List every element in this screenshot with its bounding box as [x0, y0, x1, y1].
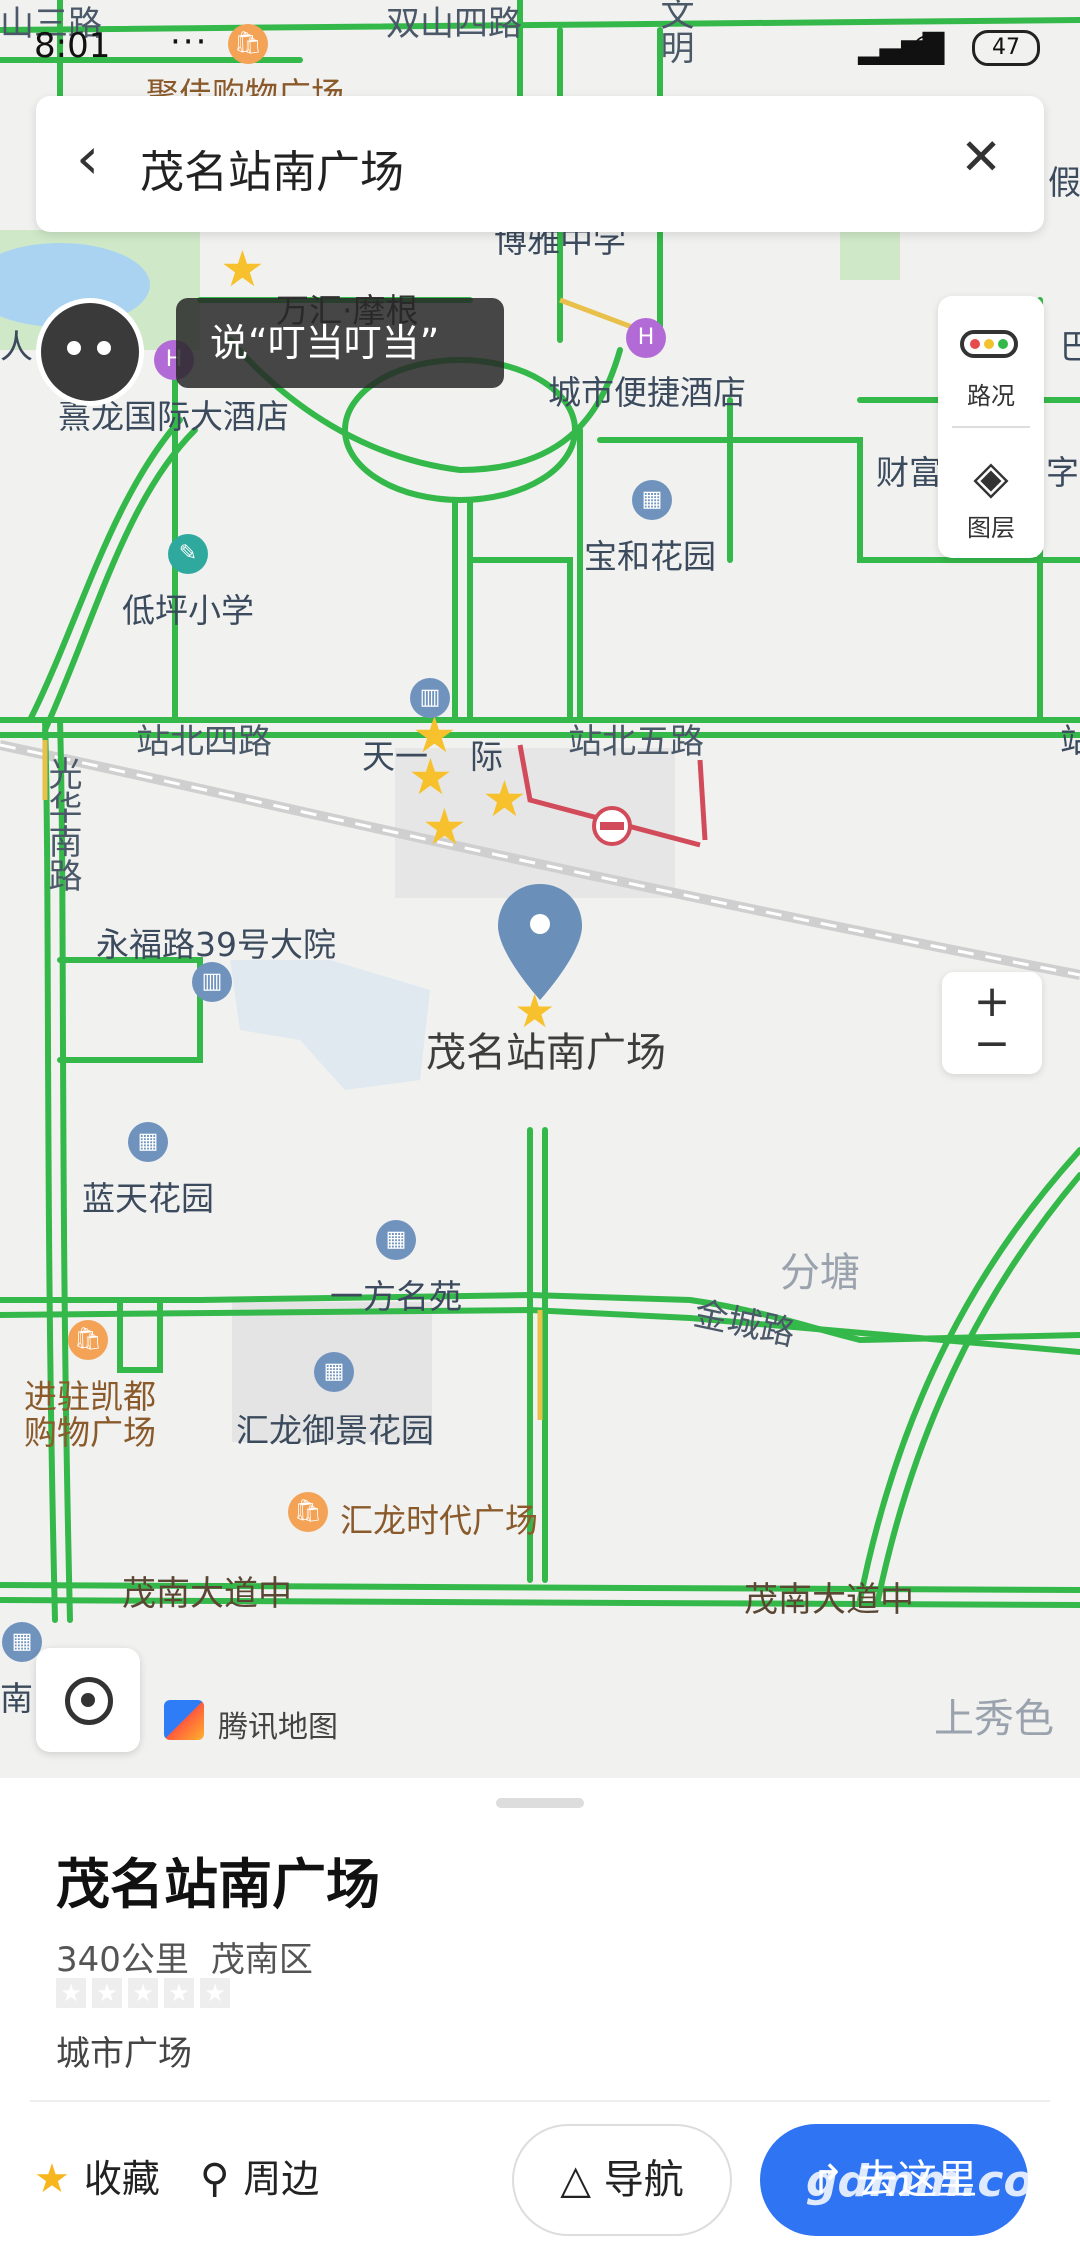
building-icon[interactable]: ▥ [192, 962, 232, 1002]
star-icon: ★ [56, 1978, 86, 2008]
star-icon: ★ [92, 1978, 122, 2008]
poi-label[interactable]: 际 [470, 730, 503, 778]
back-icon[interactable]: ‹ [76, 124, 99, 192]
poi-label[interactable]: 天一 [362, 730, 428, 778]
status-time: 8:01 [34, 26, 111, 66]
hotel-icon[interactable]: H [626, 318, 666, 358]
nearby-button[interactable]: ⚲ 周边 [200, 2148, 319, 2203]
poi-label[interactable]: 汇龙御景花园 [236, 1404, 434, 1452]
shopping-icon[interactable]: 🛍 [288, 1492, 328, 1532]
star-icon: ★ [128, 1978, 158, 2008]
voice-prompt[interactable]: 说“叮当叮当” [176, 298, 504, 388]
poi-label: 南 [0, 1679, 33, 1718]
star-icon: ★ [200, 1978, 230, 2008]
poi-label[interactable]: 一方名苑 [330, 1270, 462, 1318]
poi-label: 站 [1060, 721, 1080, 760]
navigation-arrow-icon: △ [560, 2157, 592, 2203]
poi-label[interactable]: 财富 [876, 446, 942, 494]
star-marker-icon: ★ [422, 798, 467, 856]
poi-label[interactable]: 蓝天花园 [82, 1172, 214, 1220]
poi-label[interactable]: 永福路39号大院 [96, 918, 336, 966]
road-label: 茂南大道中 [744, 1580, 914, 1620]
nearby-label: 周边 [243, 2157, 320, 2201]
sheet-drag-handle[interactable] [496, 1798, 584, 1808]
divider [30, 2100, 1050, 2102]
poi-label: 假 [1048, 163, 1080, 202]
residence-icon[interactable]: ▦ [632, 480, 672, 520]
place-title: 茂名站南广场 [56, 1853, 380, 1916]
brand-name: 腾讯地图 [218, 1710, 338, 1745]
poi-label: 字 [1046, 453, 1079, 492]
road-label: 站北五路 [568, 722, 704, 762]
place-meta: 340公里 茂南区 [56, 1932, 313, 1981]
star-marker-icon: ★ [220, 240, 265, 298]
crosshair-dot [81, 1693, 95, 1707]
place-distance: 340公里 [56, 1940, 189, 1980]
wifi-icon: ◠ [912, 26, 940, 64]
area-label: 上秀色 [934, 1696, 1054, 1742]
locate-me-button[interactable] [36, 1648, 140, 1752]
search-query[interactable]: 茂名站南广场 [140, 136, 404, 200]
status-bar: 8:01 ··· ▂▄▆█ ◠ 47 [0, 0, 1080, 95]
search-icon: ⚲ [200, 2156, 230, 2202]
more-notifications-icon: ··· [170, 22, 209, 62]
place-district: 茂南区 [210, 1940, 313, 1980]
poi-label: 人 [0, 327, 33, 366]
building-icon[interactable]: ▥ [410, 678, 450, 718]
traffic-button-label[interactable]: 路况 [938, 376, 1044, 411]
tencent-map-logo-icon [164, 1700, 204, 1740]
favorite-label: 收藏 [83, 2157, 160, 2201]
search-bar[interactable]: ‹ 茂名站南广场 ✕ [36, 96, 1044, 232]
battery-icon: 47 [972, 30, 1040, 66]
traffic-icon[interactable] [960, 330, 1018, 358]
residence-icon[interactable]: ▦ [376, 1220, 416, 1260]
map-view[interactable]: ★ ★ ★ ★ ★ ★ 双山四路 山三路 文明 站北四路 站北五路 光华南路 金… [0, 0, 1080, 1780]
poi-label[interactable]: 汇龙时代广场 [340, 1494, 538, 1542]
location-pin-icon[interactable] [496, 884, 584, 1004]
layers-button-label[interactable]: 图层 [938, 508, 1044, 543]
divider [952, 426, 1030, 428]
close-icon[interactable]: ✕ [960, 128, 1002, 186]
zoom-control: + − [942, 972, 1042, 1074]
poi-label[interactable]: 宝和花园 [584, 530, 716, 578]
shopping-icon[interactable]: 🛍 [68, 1320, 108, 1360]
map-controls: 路况 ◈ 图层 [938, 296, 1044, 558]
road-label: 光华南路 [42, 756, 82, 892]
residence-icon[interactable]: ▦ [314, 1352, 354, 1392]
selected-place-label[interactable]: 茂名站南广场 [426, 1020, 666, 1078]
star-marker-icon: ★ [482, 770, 527, 828]
poi-label: 巴 [1060, 327, 1080, 366]
residence-icon[interactable]: ▦ [128, 1122, 168, 1162]
watermark: gdmm.com [806, 2156, 1080, 2207]
road-label: 站北四路 [136, 722, 272, 762]
favorite-button[interactable]: ★ 收藏 [34, 2148, 160, 2203]
zoom-out-button[interactable]: − [942, 1022, 1042, 1066]
voice-assistant-avatar[interactable] [36, 298, 144, 406]
navigate-button[interactable]: △ 导航 [512, 2124, 732, 2236]
poi-label[interactable]: 城市便捷酒店 [548, 366, 746, 414]
poi-label[interactable]: 购物广场 [24, 1406, 156, 1454]
star-icon: ★ [164, 1978, 194, 2008]
layers-icon[interactable]: ◈ [966, 454, 1016, 500]
navigate-label: 导航 [603, 2157, 684, 2203]
school-icon[interactable]: ✎ [168, 534, 208, 574]
poi-label[interactable]: 低坪小学 [122, 584, 254, 632]
road-label: 茂南大道中 [122, 1574, 292, 1614]
rating-stars: ★ ★ ★ ★ ★ [56, 1978, 236, 2008]
area-label: 分塘 [780, 1250, 860, 1296]
place-category: 城市广场 [56, 2034, 192, 2074]
star-icon: ★ [34, 2156, 70, 2202]
